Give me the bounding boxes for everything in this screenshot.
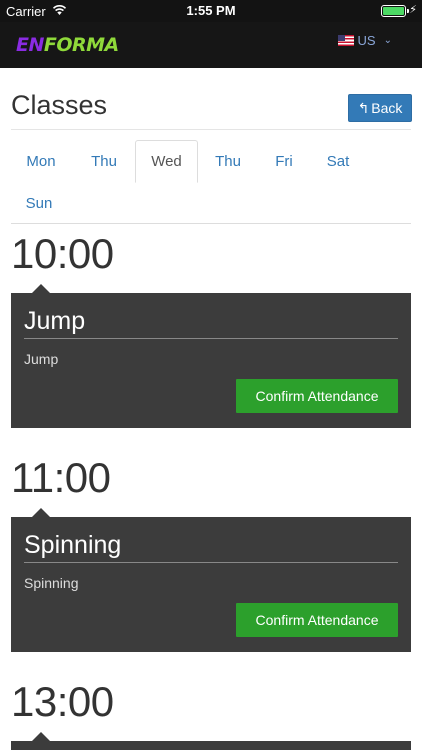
tab-sat[interactable]: Sat (312, 140, 364, 182)
tab-wed[interactable]: Wed (135, 140, 198, 183)
status-bar: Carrier 1:55 PM ⚡ (0, 0, 422, 22)
title-divider (11, 129, 411, 130)
class-name-divider (24, 562, 398, 563)
class-time: 11:00 (11, 454, 111, 501)
class-name-divider (24, 338, 398, 339)
brand-logo[interactable]: ENFORMA (16, 34, 119, 56)
tab-sun[interactable]: Sun (12, 182, 66, 224)
class-card: Spinning Spinning Confirm Attendance (11, 508, 411, 652)
locale-selector[interactable]: US ⌄ (337, 33, 392, 48)
locale-label: US (357, 33, 376, 48)
back-label: Back (371, 100, 403, 116)
chevron-down-icon: ⌄ (383, 35, 392, 46)
logo-en: EN (16, 34, 44, 56)
class-card: Jump Jump Confirm Attendance (11, 284, 411, 428)
logo-forma: FORMA (43, 34, 119, 56)
battery-icon (381, 5, 409, 17)
class-card (11, 732, 411, 750)
confirm-attendance-button[interactable]: Confirm Attendance (236, 379, 398, 413)
card-notch (32, 284, 50, 293)
class-name: Spinning (24, 531, 122, 559)
reply-arrow-icon: ↰ (357, 100, 370, 116)
tab-thu[interactable]: Thu (75, 140, 133, 182)
confirm-attendance-button[interactable]: Confirm Attendance (236, 603, 398, 637)
charging-bolt-icon: ⚡ (409, 4, 417, 16)
tabs-divider (11, 223, 411, 224)
tab-mon[interactable]: Mon (12, 140, 70, 182)
page-title: Classes (11, 90, 108, 120)
tab-fri[interactable]: Fri (258, 140, 310, 182)
tab-thu-2[interactable]: Thu (200, 140, 256, 182)
class-description: Spinning (24, 575, 79, 591)
class-name: Jump (24, 307, 86, 335)
class-time: 13:00 (11, 678, 114, 725)
us-flag-icon (337, 35, 354, 46)
class-time: 10:00 (11, 230, 114, 277)
app-header: ENFORMA US ⌄ (0, 22, 422, 68)
class-description: Jump (24, 351, 59, 367)
card-notch (32, 508, 50, 517)
back-button[interactable]: ↰ Back (348, 94, 412, 122)
card-notch (32, 732, 50, 741)
clock: 1:55 PM (186, 3, 236, 18)
